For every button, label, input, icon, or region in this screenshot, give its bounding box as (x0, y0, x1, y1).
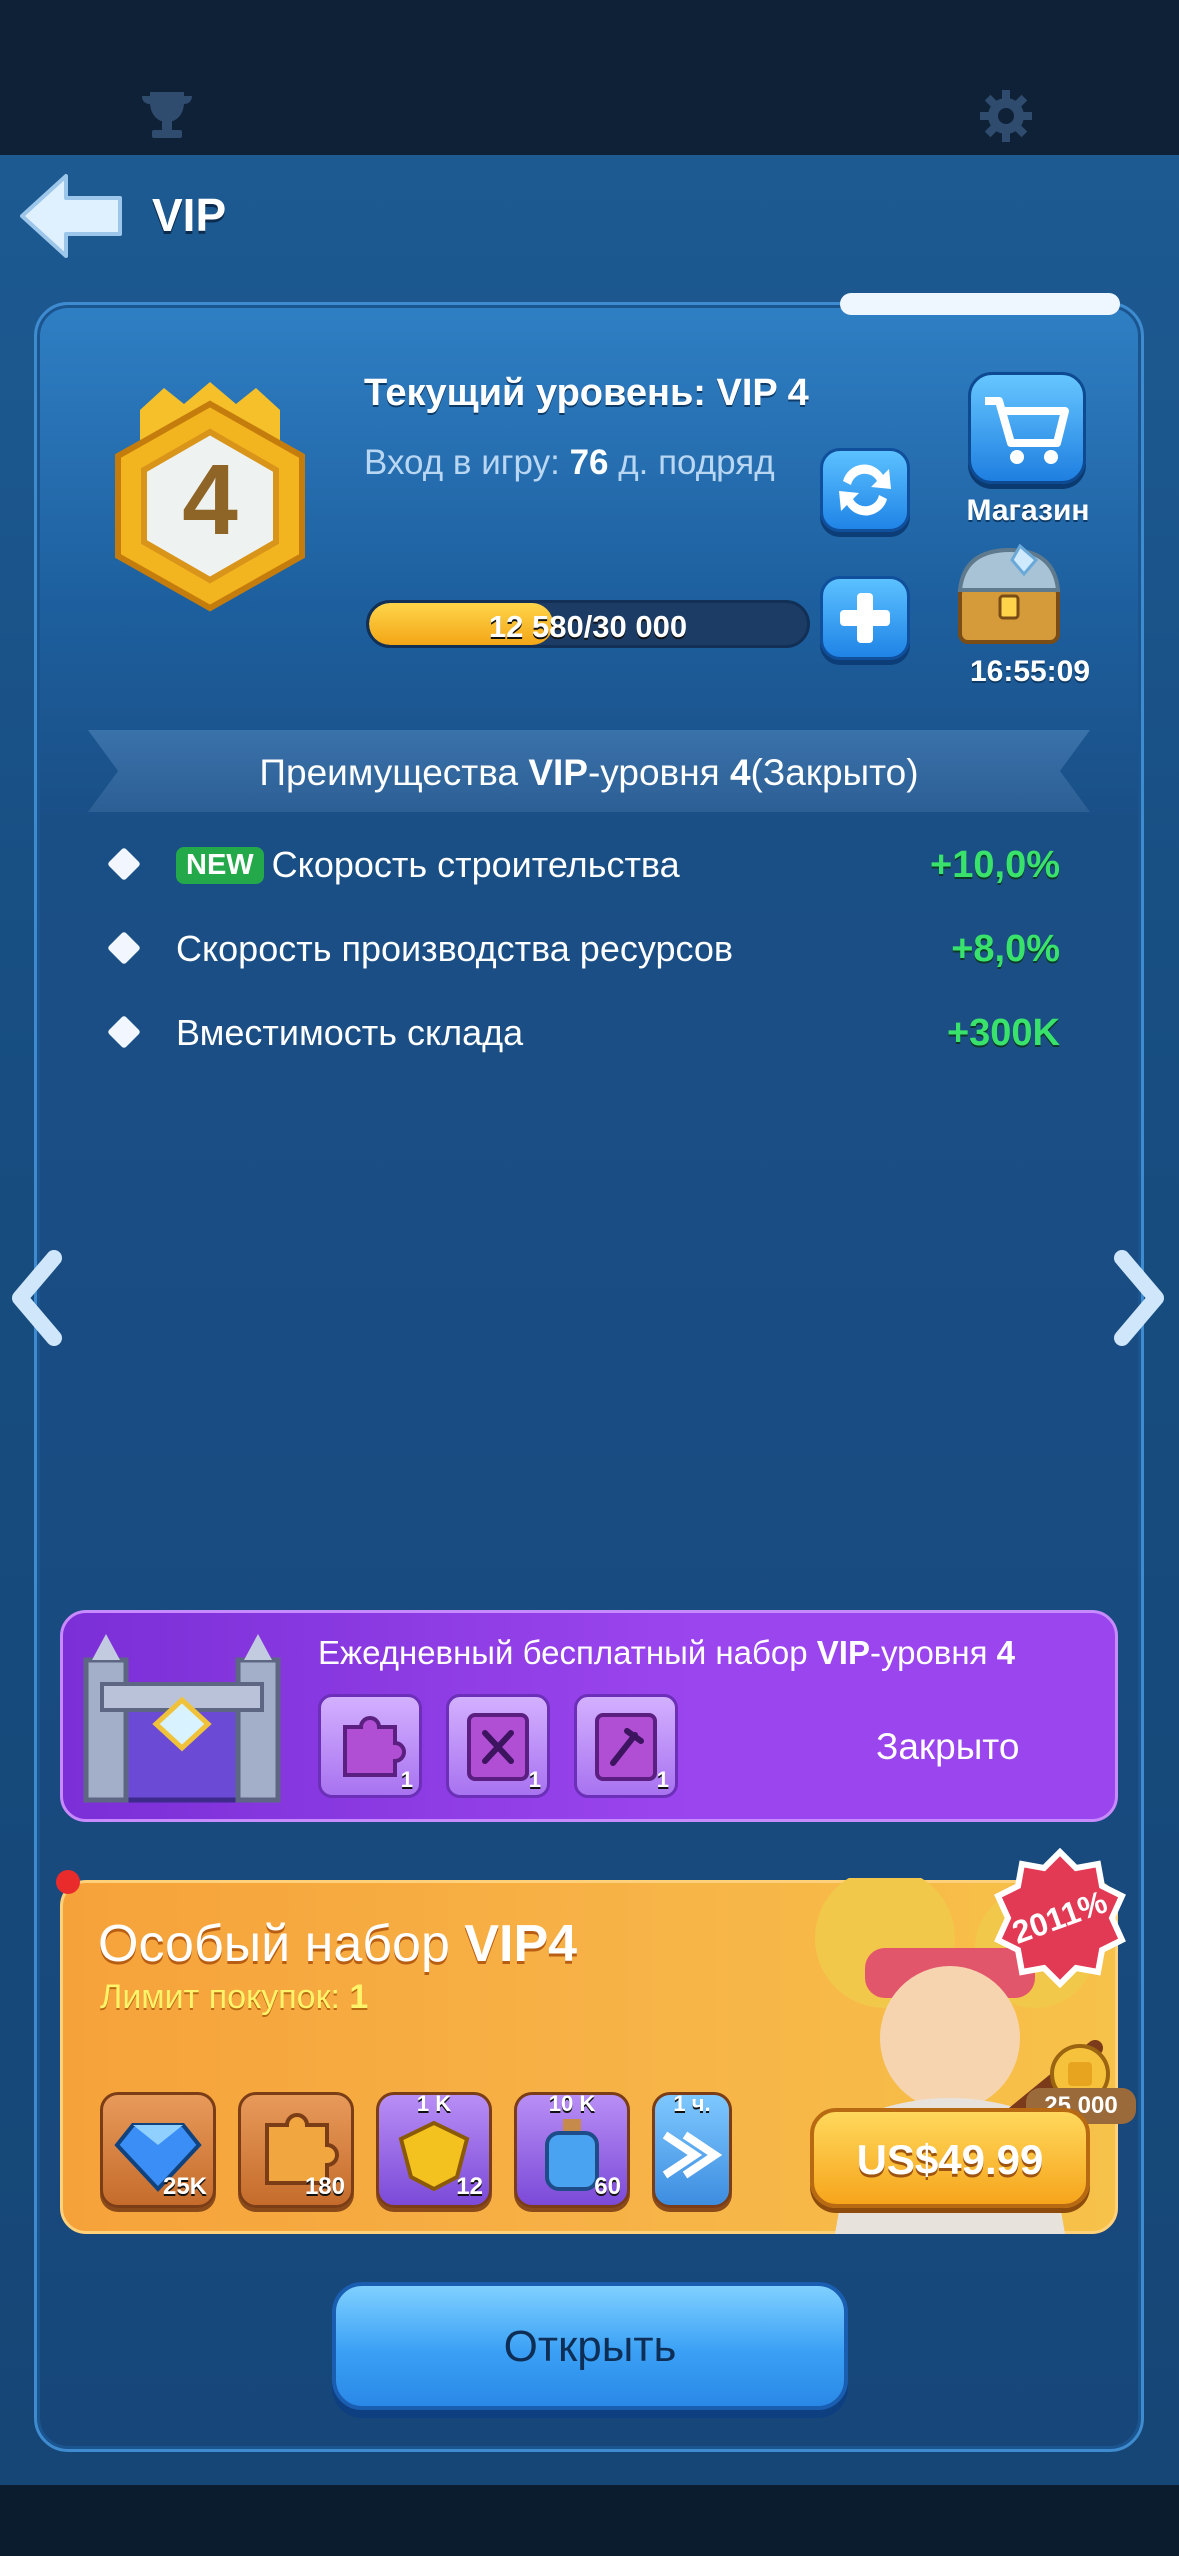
reward-slot[interactable]: 1 K 12 (376, 2091, 492, 2208)
item-count: 1 (528, 1767, 541, 1792)
shop-button[interactable] (968, 372, 1086, 484)
cart-icon (985, 397, 1069, 464)
reward-amount: 1 ч. (673, 2091, 711, 2116)
bullet-diamond-icon (107, 1015, 141, 1049)
benefit-row: Скорость производства ресурсов +8,0% (107, 922, 1070, 982)
benefit-name: Скорость производства ресурсов (176, 928, 734, 969)
reward-slot[interactable]: 1 ч. (652, 2091, 732, 2208)
previous-level-arrow-icon[interactable] (10, 1250, 70, 1346)
item-count: 1 (656, 1767, 669, 1792)
trophy-icon[interactable] (136, 88, 198, 140)
new-tag: NEW (176, 847, 264, 884)
current-level-text: Текущий уровень: VIP 4 (364, 372, 809, 414)
vip-level-badge: 4 (115, 382, 305, 612)
bullet-diamond-icon (107, 931, 141, 965)
purchase-limit: Лимит покупок: 1 (100, 1978, 369, 2016)
reward-slot[interactable]: 180 (238, 2092, 354, 2208)
reward-count: 25K (162, 2173, 207, 2200)
daily-pack-title: Ежедневный бесплатный набор VIP-уровня 4 (318, 1634, 1015, 1671)
buy-button[interactable]: US$49.99 (810, 2108, 1090, 2208)
reward-amount: 1 K (416, 2091, 452, 2116)
reward-count: 60 (594, 2173, 621, 2200)
price-label: US$49.99 (856, 2136, 1044, 2183)
benefit-row: Вместимость склада +300K (107, 1006, 1070, 1066)
benefit-name: Скорость строительства (271, 844, 680, 885)
benefit-row: NEW Скорость строительства +10,0% (107, 838, 1070, 898)
reward-count: 12 (456, 2173, 483, 2200)
special-pack-title: Особый набор VIP4 (98, 1915, 578, 1973)
snow-decoration (840, 293, 1120, 315)
bullet-diamond-icon (107, 847, 141, 881)
gear-icon[interactable] (978, 88, 1034, 144)
discount-badge: 2011% (994, 1848, 1126, 1988)
benefit-value: +10,0% (930, 844, 1060, 886)
reward-slot[interactable]: 10 K 60 (514, 2091, 630, 2208)
daily-pack-status: Закрыто (876, 1726, 1020, 1767)
swap-arrows-icon (839, 464, 891, 516)
page-title: VIP (152, 189, 227, 241)
swap-button[interactable] (820, 448, 910, 532)
daily-item-slot[interactable]: 1 (574, 1694, 678, 1798)
vip-progress-bar: 12 580/30 000 (366, 600, 810, 648)
plus-icon (840, 593, 890, 643)
next-level-arrow-icon[interactable] (1106, 1250, 1166, 1346)
back-arrow-icon[interactable] (16, 170, 126, 262)
vip-level-digit: 4 (182, 444, 238, 556)
reward-amount: 10 K (548, 2091, 596, 2116)
login-streak-text: Вход в игру: 76 д. подряд (364, 443, 775, 482)
status-top-bar (0, 0, 1179, 155)
vip-progress-text: 12 580/30 000 (488, 609, 688, 644)
open-button[interactable]: Открыть (332, 2282, 848, 2410)
chest-timer: 16:55:09 (969, 655, 1091, 688)
item-count: 1 (400, 1767, 413, 1792)
benefit-value: +300K (946, 1012, 1060, 1054)
castle-chest-icon (83, 1634, 281, 1803)
open-label: Открыть (503, 2322, 677, 2371)
daily-item-slot[interactable]: 1 (446, 1694, 550, 1798)
shop-label: Магазин (966, 494, 1090, 527)
reward-slot[interactable]: 25K (100, 2092, 216, 2208)
reward-count: 180 (304, 2173, 345, 2200)
daily-item-slot[interactable]: 1 (318, 1694, 422, 1798)
bottom-bar (0, 2485, 1179, 2556)
benefits-title: Преимущества VIP-уровня 4(Закрыто) (259, 752, 919, 793)
treasure-chest-icon[interactable] (950, 540, 1068, 650)
benefit-name: Вместимость склада (176, 1012, 524, 1053)
add-vip-points-button[interactable] (820, 576, 910, 660)
notification-dot (56, 1870, 80, 1894)
benefit-value: +8,0% (951, 928, 1060, 970)
